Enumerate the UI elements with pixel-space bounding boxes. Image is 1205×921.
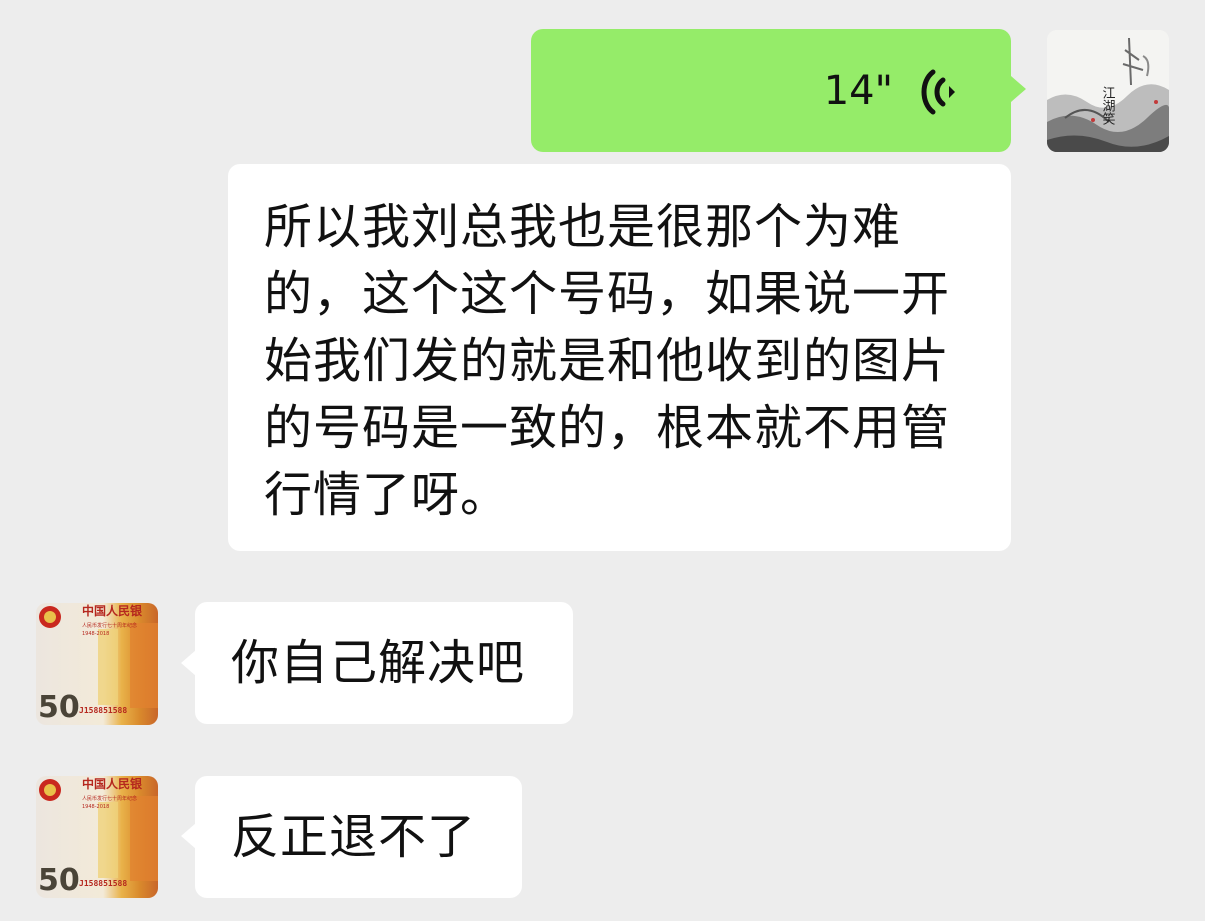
bubble-tail bbox=[181, 823, 196, 849]
svg-text:江湖笑: 江湖笑 bbox=[1100, 86, 1116, 125]
my-avatar[interactable]: 江湖笑 bbox=[1047, 30, 1169, 152]
ink-painting-icon: 江湖笑 bbox=[1047, 30, 1169, 152]
svg-text:50: 50 bbox=[38, 863, 80, 898]
message-text: 反正退不了 bbox=[231, 809, 477, 865]
svg-text:中国人民银: 中国人民银 bbox=[82, 603, 143, 618]
message-text: 所以我刘总我也是很那个为难的，这个这个号码，如果说一开始我们发的就是和他收到的图… bbox=[264, 199, 951, 523]
svg-text:50: 50 bbox=[38, 690, 80, 725]
bubble-tail bbox=[1011, 76, 1026, 102]
text-message-bubble[interactable]: 所以我刘总我也是很那个为难的，这个这个号码，如果说一开始我们发的就是和他收到的图… bbox=[228, 164, 1011, 551]
svg-text:人民币发行七十周年纪念: 人民币发行七十周年纪念 bbox=[82, 795, 137, 802]
voice-message-bubble[interactable]: 14" bbox=[531, 29, 1011, 152]
text-message-bubble[interactable]: 你自己解决吧 bbox=[195, 602, 573, 724]
message-text: 你自己解决吧 bbox=[231, 635, 526, 691]
svg-text:1948-2018: 1948-2018 bbox=[82, 804, 109, 810]
svg-text:J158851588: J158851588 bbox=[79, 879, 127, 888]
banknote-icon: 中国人民银 人民币发行七十周年纪念 1948-2018 50 J15885158… bbox=[36, 776, 158, 898]
svg-text:中国人民银: 中国人民银 bbox=[82, 776, 143, 791]
svg-text:1948-2018: 1948-2018 bbox=[82, 631, 109, 637]
svg-text:J158851588: J158851588 bbox=[79, 706, 127, 715]
contact-avatar[interactable]: 中国人民银 人民币发行七十周年纪念 1948-2018 50 J15885158… bbox=[36, 603, 158, 725]
contact-avatar[interactable]: 中国人民银 人民币发行七十周年纪念 1948-2018 50 J15885158… bbox=[36, 776, 158, 898]
voice-wave-icon bbox=[919, 67, 957, 121]
text-message-bubble[interactable]: 反正退不了 bbox=[195, 776, 522, 898]
voice-duration: 14" bbox=[823, 68, 893, 114]
svg-text:人民币发行七十周年纪念: 人民币发行七十周年纪念 bbox=[82, 622, 137, 629]
banknote-icon: 中国人民银 人民币发行七十周年纪念 1948-2018 50 J15885158… bbox=[36, 603, 158, 725]
bubble-tail bbox=[181, 650, 196, 676]
